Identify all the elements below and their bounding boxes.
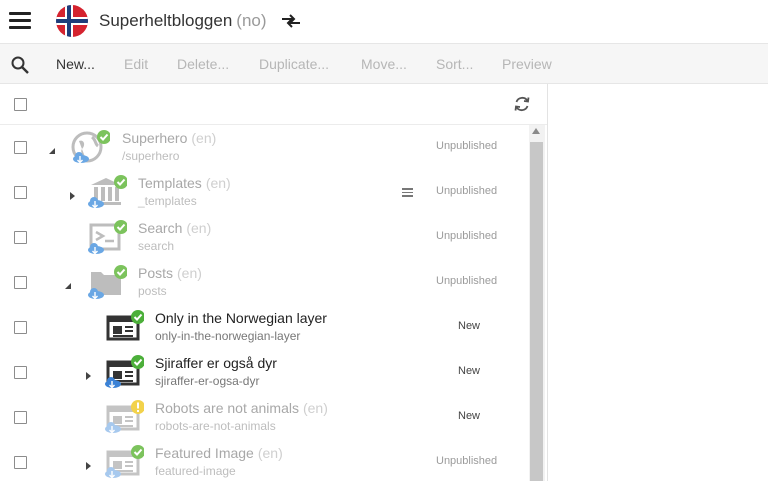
article-icon	[104, 399, 145, 435]
search-icon[interactable]	[10, 55, 30, 75]
node-text[interactable]: Sjiraffer er også dyr sjiraffer-er-ogsa-…	[155, 354, 277, 389]
toolbar: New... Edit Delete... Duplicate... Move.…	[0, 43, 768, 84]
node-title: Posts	[138, 265, 174, 281]
node-text[interactable]: Templates (en) _templates	[138, 174, 231, 209]
article-icon	[104, 354, 145, 390]
node-path: posts	[138, 284, 167, 298]
top-bar: Superheltbloggen (no)	[0, 0, 768, 43]
node-title: Sjiraffer er også dyr	[155, 355, 277, 371]
select-all-checkbox[interactable]	[14, 98, 27, 111]
status-label: New	[458, 365, 481, 377]
search-page-icon	[87, 219, 128, 255]
article-icon	[104, 444, 145, 480]
node-title: Templates	[138, 175, 202, 191]
edit-button[interactable]: Edit	[124, 56, 148, 72]
row-checkbox[interactable]	[14, 276, 27, 289]
node-text[interactable]: Search (en) search	[138, 219, 211, 254]
collapsed-arrow-icon[interactable]	[83, 458, 93, 470]
row-checkbox[interactable]	[14, 231, 27, 244]
tree-row-search[interactable]: Search (en) search Unpublished	[0, 215, 529, 260]
row-checkbox[interactable]	[14, 186, 27, 199]
site-language: (no)	[236, 11, 267, 30]
vertical-scrollbar[interactable]	[529, 125, 545, 481]
status-label: Unpublished	[436, 230, 498, 242]
status-label: Unpublished	[436, 455, 498, 467]
move-button[interactable]: Move...	[361, 56, 407, 72]
duplicate-button[interactable]: Duplicate...	[259, 56, 329, 72]
status-label: New	[458, 320, 481, 332]
globe-icon	[70, 129, 111, 165]
node-title: Search	[138, 220, 183, 236]
node-path: sjiraffer-er-ogsa-dyr	[155, 374, 260, 388]
hamburger-menu-icon[interactable]	[9, 12, 31, 30]
node-path: /superhero	[122, 149, 180, 163]
switch-arrows-icon[interactable]	[279, 11, 303, 31]
expanded-arrow-icon[interactable]	[63, 278, 73, 289]
site-title[interactable]: Superheltbloggen (no)	[99, 11, 267, 31]
node-path: search	[138, 239, 175, 253]
node-language: (en)	[205, 175, 231, 191]
panel-divider	[547, 84, 548, 481]
node-path: featured-image	[155, 464, 236, 478]
new-button[interactable]: New...	[56, 56, 95, 72]
tree-row-robots-are-not-animals[interactable]: Robots are not animals (en) robots-are-no…	[0, 395, 529, 440]
refresh-icon[interactable]	[512, 94, 532, 114]
node-language: (en)	[302, 400, 328, 416]
row-checkbox[interactable]	[14, 456, 27, 469]
status-label: Unpublished	[436, 140, 498, 152]
node-title: Robots are not animals	[155, 400, 299, 416]
scroll-up-arrow-icon[interactable]	[532, 128, 540, 134]
row-checkbox[interactable]	[14, 411, 27, 424]
list-header	[0, 84, 547, 125]
node-language: (en)	[186, 220, 212, 236]
status-label: Unpublished	[436, 275, 498, 287]
folder-icon	[87, 264, 128, 300]
status-label: Unpublished	[436, 185, 498, 197]
node-text[interactable]: Only in the Norwegian layer only-in-the-…	[155, 309, 327, 344]
sort-button[interactable]: Sort...	[436, 56, 473, 72]
preview-button[interactable]: Preview	[502, 56, 552, 72]
node-path: robots-are-not-animals	[155, 419, 276, 433]
expanded-arrow-icon[interactable]	[47, 143, 57, 154]
node-path: _templates	[138, 194, 197, 208]
row-checkbox[interactable]	[14, 141, 27, 154]
article-icon	[104, 309, 145, 345]
tree-row-posts[interactable]: Posts (en) posts Unpublished	[0, 260, 529, 305]
bank-icon	[87, 174, 128, 210]
node-language: (en)	[191, 130, 217, 146]
row-checkbox[interactable]	[14, 366, 27, 379]
node-text[interactable]: Posts (en) posts	[138, 264, 202, 299]
node-text[interactable]: Featured Image (en) featured-image	[155, 444, 283, 479]
node-title: Featured Image	[155, 445, 254, 461]
node-language: (en)	[257, 445, 283, 461]
node-language: (en)	[177, 265, 202, 281]
tree-row-superhero[interactable]: Superhero (en) /superhero Unpublished	[0, 125, 529, 170]
row-checkbox[interactable]	[14, 321, 27, 334]
menu-lines-icon[interactable]	[402, 188, 413, 197]
tree-row-only-in-the-norwegian-layer[interactable]: Only in the Norwegian layer only-in-the-…	[0, 305, 529, 350]
site-name: Superheltbloggen	[99, 11, 233, 30]
scrollbar-thumb[interactable]	[530, 142, 543, 481]
node-title: Superhero	[122, 130, 188, 146]
tree-row-featured-image[interactable]: Featured Image (en) featured-image Unpubl…	[0, 440, 529, 481]
node-title: Only in the Norwegian layer	[155, 310, 327, 326]
node-text[interactable]: Robots are not animals (en) robots-are-no…	[155, 399, 328, 434]
page-tree: Superhero (en) /superhero Unpublished Te…	[0, 125, 529, 481]
node-text[interactable]: Superhero (en) /superhero	[122, 129, 216, 164]
tree-row-sjiraffer-er-ogsa-dyr[interactable]: Sjiraffer er også dyr sjiraffer-er-ogsa-…	[0, 350, 529, 395]
collapsed-arrow-icon[interactable]	[67, 188, 77, 200]
node-path: only-in-the-norwegian-layer	[155, 329, 301, 343]
tree-row-templates[interactable]: Templates (en) _templates Unpublished	[0, 170, 529, 215]
norway-flag-icon	[56, 5, 88, 37]
status-label: New	[458, 410, 481, 422]
delete-button[interactable]: Delete...	[177, 56, 229, 72]
collapsed-arrow-icon[interactable]	[83, 368, 93, 380]
